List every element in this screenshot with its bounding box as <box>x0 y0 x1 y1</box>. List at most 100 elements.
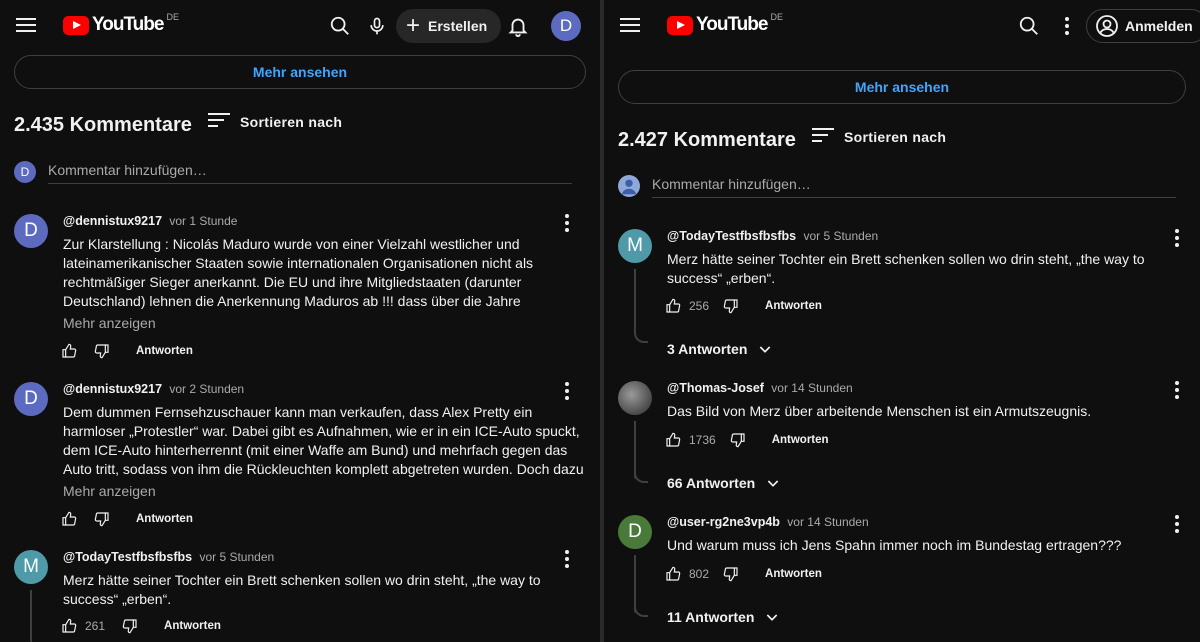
comment-input[interactable]: Kommentar hinzufügen… <box>48 160 572 184</box>
dislike-button[interactable] <box>723 298 739 314</box>
reply-button[interactable]: Antworten <box>136 345 193 357</box>
account-avatar[interactable]: D <box>551 11 581 41</box>
youtube-logo[interactable]: YouTube DE <box>63 12 179 40</box>
dislike-button[interactable] <box>122 618 138 634</box>
comment-author[interactable]: @TodayTestfbsfbsfbs <box>667 229 796 243</box>
thread-curve <box>634 469 648 483</box>
like-count: 261 <box>85 619 106 633</box>
create-button[interactable]: + Erstellen <box>396 9 502 43</box>
avatar[interactable]: M <box>14 550 48 584</box>
right-pane: YouTube DE Anmelden Mehr ansehen 2.427 K… <box>604 0 1200 642</box>
bell-icon[interactable] <box>500 8 536 44</box>
menu-icon[interactable] <box>620 15 640 35</box>
comment-count: 2.435 Kommentare <box>14 114 192 136</box>
signin-button[interactable]: Anmelden <box>1086 9 1200 43</box>
comment-actions: 256 Antworten <box>665 298 822 314</box>
comment-author[interactable]: @dennistux9217 <box>63 382 162 396</box>
comment-actions: Antworten <box>61 511 193 527</box>
dislike-button[interactable] <box>94 511 110 527</box>
dislike-button[interactable] <box>723 566 739 582</box>
chevron-down-icon <box>760 346 771 353</box>
thumbs-down-icon <box>94 344 109 359</box>
thumbs-down-icon <box>94 512 109 527</box>
kebab-icon[interactable] <box>1174 381 1180 402</box>
comment-author[interactable]: @dennistux9217 <box>63 214 162 228</box>
comment-author[interactable]: @TodayTestfbsfbsfbs <box>63 550 192 564</box>
comment-time[interactable]: vor 1 Stunde <box>169 214 237 228</box>
comment-time[interactable]: vor 5 Stunden <box>803 229 878 243</box>
reply-button[interactable]: Antworten <box>164 620 221 632</box>
like-button[interactable] <box>665 566 681 582</box>
comment: D @dennistux9217 vor 1 Stunde Zur Klarst… <box>14 214 584 364</box>
like-button[interactable] <box>61 343 77 359</box>
comment-header: @user-rg2ne3vp4b vor 14 Stunden <box>667 515 869 529</box>
comment-author[interactable]: @Thomas-Josef <box>667 381 764 395</box>
sort-button[interactable]: Sortieren nach <box>812 128 946 146</box>
replies-toggle[interactable]: 66 Antworten <box>667 475 781 491</box>
thumbs-down-icon <box>723 567 738 582</box>
logo-text: YouTube <box>92 14 164 35</box>
like-button[interactable] <box>665 298 681 314</box>
comment-header: @dennistux9217 vor 1 Stunde <box>63 214 237 228</box>
replies-toggle[interactable]: 11 Antworten <box>667 609 780 625</box>
comment-header: @TodayTestfbsfbsfbs vor 5 Stunden <box>63 550 274 564</box>
show-more-link[interactable]: Mehr anzeigen <box>63 315 156 331</box>
reply-button[interactable]: Antworten <box>136 513 193 525</box>
comment-time[interactable]: vor 14 Stunden <box>787 515 868 529</box>
kebab-icon[interactable] <box>564 214 570 235</box>
search-icon[interactable] <box>1011 8 1047 44</box>
comment-author[interactable]: @user-rg2ne3vp4b <box>667 515 780 529</box>
avatar[interactable]: D <box>14 214 48 248</box>
thumbs-down-icon <box>730 433 745 448</box>
kebab-icon[interactable] <box>1064 17 1070 38</box>
reply-button[interactable]: Antworten <box>765 300 822 312</box>
more-button[interactable]: Mehr ansehen <box>618 70 1186 104</box>
like-button[interactable] <box>61 618 77 634</box>
reply-button[interactable]: Antworten <box>765 568 822 580</box>
youtube-play-icon <box>63 16 89 35</box>
search-icon[interactable] <box>322 8 358 44</box>
thumbs-down-icon <box>122 619 137 634</box>
more-button[interactable]: Mehr ansehen <box>14 55 586 89</box>
create-label: Erstellen <box>428 18 488 34</box>
account-icon <box>1096 15 1118 37</box>
comment-time[interactable]: vor 5 Stunden <box>199 550 274 564</box>
kebab-icon[interactable] <box>564 382 570 403</box>
sort-button[interactable]: Sortieren nach <box>208 113 342 131</box>
like-count: 1736 <box>689 433 716 447</box>
thumbs-up-icon <box>666 566 681 581</box>
comment-actions: Antworten <box>61 343 193 359</box>
kebab-icon[interactable] <box>564 550 570 571</box>
sort-icon <box>208 113 230 131</box>
youtube-logo[interactable]: YouTube DE <box>667 12 783 40</box>
avatar[interactable]: D <box>14 382 48 416</box>
avatar[interactable]: D <box>618 515 652 549</box>
dislike-button[interactable] <box>730 432 746 448</box>
microphone-icon[interactable] <box>359 8 395 44</box>
top-bar: YouTube DE + Erstellen D <box>0 0 600 52</box>
kebab-icon[interactable] <box>1174 515 1180 536</box>
comment-actions: 1736 Antworten <box>665 432 829 448</box>
comment: D @dennistux9217 vor 2 Stunden Dem dumme… <box>14 382 584 532</box>
menu-icon[interactable] <box>16 15 36 35</box>
comment-input[interactable]: Kommentar hinzufügen… <box>652 174 1176 198</box>
like-button[interactable] <box>665 432 681 448</box>
comment-text: Dem dummen Fernsehzuschauer kann man ver… <box>63 404 584 477</box>
plus-icon: + <box>406 12 421 39</box>
kebab-icon[interactable] <box>1174 229 1180 250</box>
dislike-button[interactable] <box>94 343 110 359</box>
comment-time[interactable]: vor 2 Stunden <box>169 382 244 396</box>
sort-label: Sortieren nach <box>240 114 343 130</box>
avatar[interactable] <box>618 381 652 415</box>
logo-country: DE <box>166 12 179 22</box>
avatar[interactable]: M <box>618 229 652 263</box>
replies-toggle[interactable]: 3 Antworten <box>667 341 773 357</box>
reply-button[interactable]: Antworten <box>772 434 829 446</box>
comment: @Thomas-Josef vor 14 Stunden Das Bild vo… <box>618 381 1188 499</box>
comment-time[interactable]: vor 14 Stunden <box>771 381 852 395</box>
show-more-link[interactable]: Mehr anzeigen <box>63 483 156 499</box>
thumbs-up-icon <box>62 511 77 526</box>
like-button[interactable] <box>61 511 77 527</box>
comment: D @user-rg2ne3vp4b vor 14 Stunden Und wa… <box>618 515 1188 642</box>
youtube-play-icon <box>667 16 693 35</box>
